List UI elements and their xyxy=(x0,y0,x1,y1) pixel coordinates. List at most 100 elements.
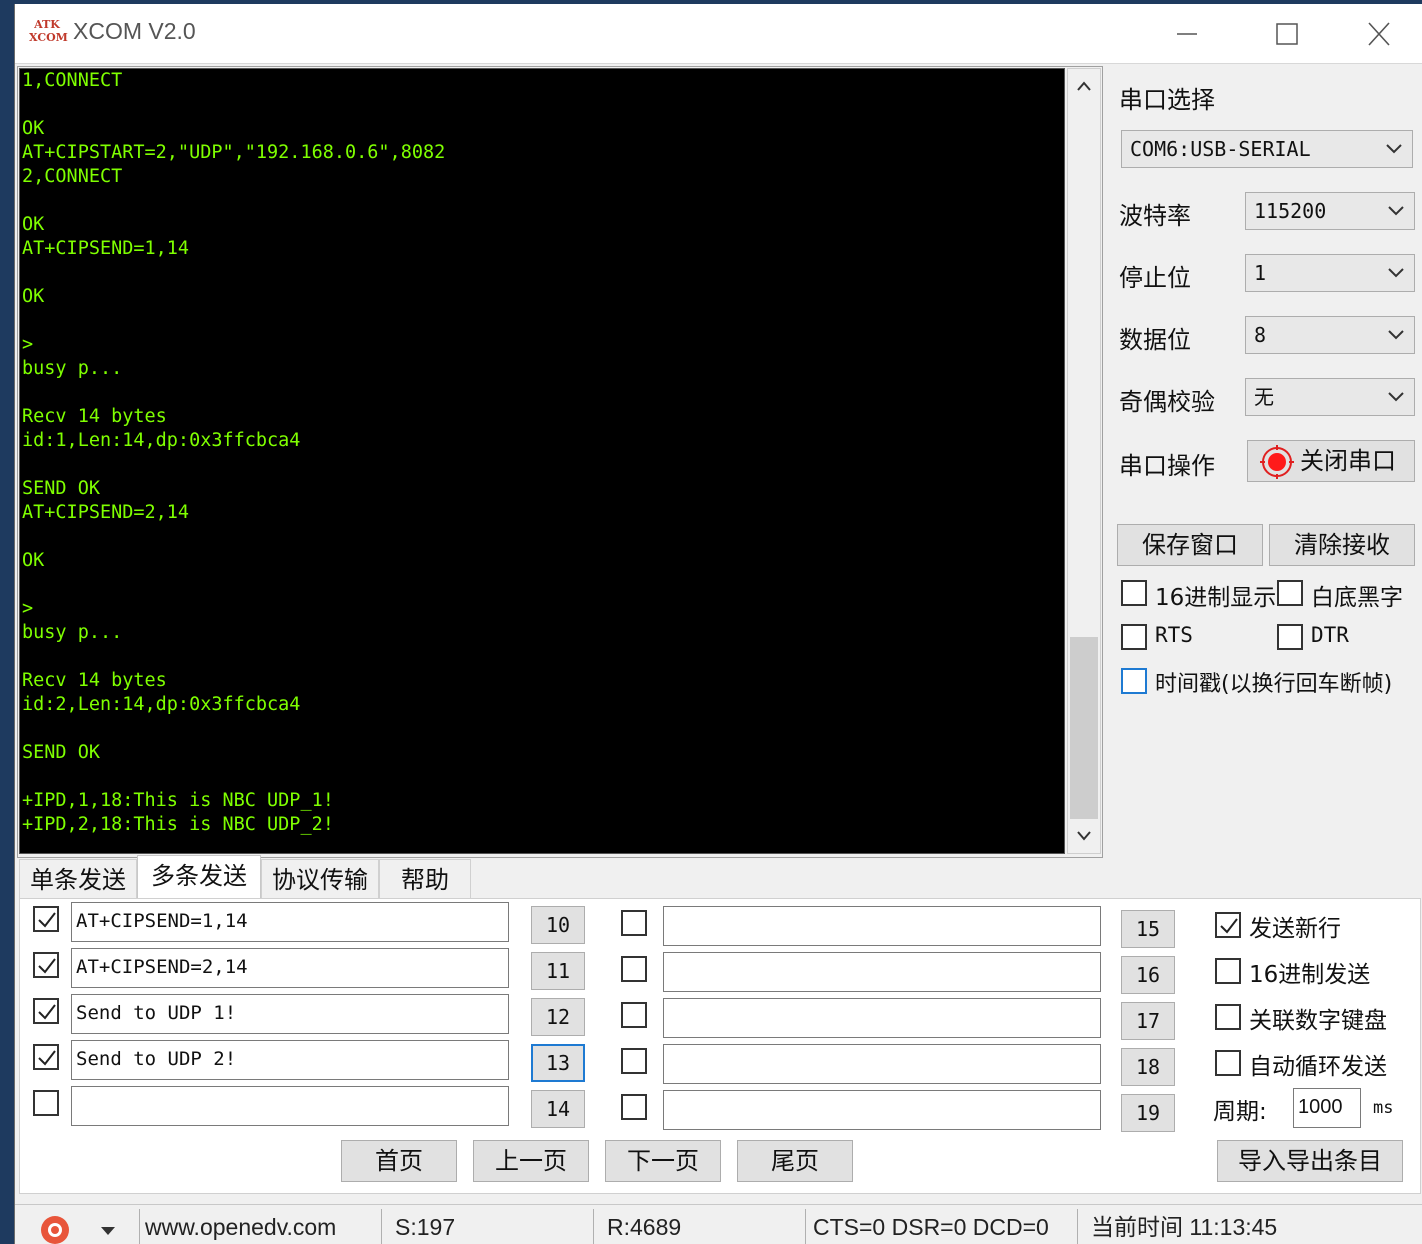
hex-display-checkbox[interactable] xyxy=(1121,580,1147,606)
link-keypad-checkbox[interactable] xyxy=(1215,1004,1241,1030)
send-newline-checkbox[interactable] xyxy=(1215,912,1241,938)
tab-single-send[interactable]: 单条发送 xyxy=(19,859,137,899)
send-button-17[interactable]: 17 xyxy=(1121,1002,1175,1040)
timestamp-checkbox[interactable] xyxy=(1121,668,1147,694)
send-button-14[interactable]: 14 xyxy=(531,1090,585,1128)
baud-label: 波特率 xyxy=(1119,202,1191,230)
send-button-13[interactable]: 13 xyxy=(531,1044,585,1082)
stop-bits-select[interactable]: 1 xyxy=(1245,254,1415,292)
chevron-down-icon xyxy=(1386,144,1402,154)
window-title: XCOM V2.0 xyxy=(73,18,196,44)
dtr-label: DTR xyxy=(1311,623,1349,647)
link-keypad-label: 关联数字键盘 xyxy=(1249,1008,1387,1034)
parity-select[interactable]: 无 xyxy=(1245,378,1415,416)
last-page-button[interactable]: 尾页 xyxy=(737,1140,853,1182)
right-row-5-input[interactable] xyxy=(663,1090,1101,1130)
prev-page-button[interactable]: 上一页 xyxy=(473,1140,589,1182)
import-export-button[interactable]: 导入导出条目 xyxy=(1217,1140,1403,1182)
right-row-1-input[interactable] xyxy=(663,906,1101,946)
baud-select[interactable]: 115200 xyxy=(1245,192,1415,230)
white-bg-checkbox[interactable] xyxy=(1277,580,1303,606)
send-button-15[interactable]: 15 xyxy=(1121,910,1175,948)
chevron-down-icon xyxy=(1388,268,1404,278)
dtr-checkbox[interactable] xyxy=(1277,624,1303,650)
tab-multi-send[interactable]: 多条发送 xyxy=(137,855,261,899)
scroll-down-icon[interactable] xyxy=(1068,819,1100,853)
checkmark-icon xyxy=(38,958,56,974)
chevron-down-icon xyxy=(1388,392,1404,402)
receive-text: 1,CONNECT OK AT+CIPSTART=2,"UDP","192.16… xyxy=(22,70,446,835)
status-received: R:4689 xyxy=(607,1214,682,1240)
send-button-10[interactable]: 10 xyxy=(531,906,585,944)
port-select-value: COM6:USB-SERIAL xyxy=(1130,137,1311,161)
data-bits-label: 数据位 xyxy=(1119,326,1191,354)
port-select[interactable]: COM6:USB-SERIAL xyxy=(1121,130,1413,168)
port-select-label: 串口选择 xyxy=(1119,86,1215,114)
auto-loop-checkbox[interactable] xyxy=(1215,1050,1241,1076)
checkmark-icon xyxy=(38,1004,56,1020)
chevron-down-icon xyxy=(1388,330,1404,340)
send-button-18[interactable]: 18 xyxy=(1121,1048,1175,1086)
left-row-3-input[interactable]: Send to UDP 1! xyxy=(71,994,509,1034)
left-row-4-input[interactable]: Send to UDP 2! xyxy=(71,1040,509,1080)
hex-send-label: 16进制发送 xyxy=(1249,962,1371,988)
title-bar: ATK XCOM XCOM V2.0 xyxy=(15,4,1422,64)
checkmark-icon xyxy=(1220,918,1238,934)
left-row-5-checkbox[interactable] xyxy=(33,1090,59,1116)
data-bits-value: 8 xyxy=(1254,323,1267,347)
save-window-button[interactable]: 保存窗口 xyxy=(1117,524,1263,566)
left-row-3-checkbox[interactable] xyxy=(33,998,59,1024)
app-logo-icon: ATK XCOM xyxy=(29,18,68,44)
first-page-button[interactable]: 首页 xyxy=(341,1140,457,1182)
right-row-2-checkbox[interactable] xyxy=(621,956,647,982)
send-button-16[interactable]: 16 xyxy=(1121,956,1175,994)
status-time: 当前时间 11:13:45 xyxy=(1091,1214,1278,1240)
send-button-12[interactable]: 12 xyxy=(531,998,585,1036)
status-gear-icon[interactable] xyxy=(37,1205,117,1244)
right-row-1-checkbox[interactable] xyxy=(621,910,647,936)
period-input[interactable]: 1000 xyxy=(1293,1088,1361,1128)
scrollbar-thumb[interactable] xyxy=(1070,637,1098,819)
status-sent: S:197 xyxy=(395,1214,456,1240)
parity-label: 奇偶校验 xyxy=(1119,388,1215,416)
right-row-3-input[interactable] xyxy=(663,998,1101,1038)
left-row-1-input[interactable]: AT+CIPSEND=1,14 xyxy=(71,902,509,942)
right-row-2-input[interactable] xyxy=(663,952,1101,992)
right-row-4-input[interactable] xyxy=(663,1044,1101,1084)
stop-bits-value: 1 xyxy=(1254,261,1267,285)
right-row-5-checkbox[interactable] xyxy=(621,1094,647,1120)
period-label: 周期: xyxy=(1213,1099,1267,1125)
send-button-11[interactable]: 11 xyxy=(531,952,585,990)
xcom-window: ATK XCOM XCOM V2.0 1,CONNECT OK AT+CIPSTA… xyxy=(14,4,1422,1244)
left-row-1-checkbox[interactable] xyxy=(33,906,59,932)
close-port-button[interactable]: 关闭串口 xyxy=(1247,440,1415,482)
close-icon[interactable] xyxy=(1357,14,1401,54)
left-row-2-checkbox[interactable] xyxy=(33,952,59,978)
left-row-2-input[interactable]: AT+CIPSEND=2,14 xyxy=(71,948,509,988)
hex-send-checkbox[interactable] xyxy=(1215,958,1241,984)
rts-checkbox[interactable] xyxy=(1121,624,1147,650)
send-button-19[interactable]: 19 xyxy=(1121,1094,1175,1132)
period-unit: ms xyxy=(1373,1098,1394,1118)
tab-help[interactable]: 帮助 xyxy=(379,859,471,899)
left-row-4-checkbox[interactable] xyxy=(33,1044,59,1070)
stop-bits-label: 停止位 xyxy=(1119,264,1191,292)
parity-value: 无 xyxy=(1254,385,1274,409)
right-row-3-checkbox[interactable] xyxy=(621,1002,647,1028)
baud-select-value: 115200 xyxy=(1254,199,1327,223)
white-bg-label: 白底黑字 xyxy=(1311,585,1403,611)
left-row-5-input[interactable] xyxy=(71,1086,509,1126)
data-bits-select[interactable]: 8 xyxy=(1245,316,1415,354)
next-page-button[interactable]: 下一页 xyxy=(605,1140,721,1182)
maximize-icon[interactable] xyxy=(1265,14,1309,54)
minimize-icon[interactable] xyxy=(1165,14,1209,54)
receive-area[interactable]: 1,CONNECT OK AT+CIPSTART=2,"UDP","192.16… xyxy=(19,68,1065,854)
checkmark-icon xyxy=(38,1050,56,1066)
clear-receive-button[interactable]: 清除接收 xyxy=(1269,524,1415,566)
port-op-label: 串口操作 xyxy=(1119,452,1215,480)
receive-scrollbar[interactable] xyxy=(1067,68,1101,854)
status-url[interactable]: www.openedv.com xyxy=(145,1205,336,1244)
right-row-4-checkbox[interactable] xyxy=(621,1048,647,1074)
tab-protocol[interactable]: 协议传输 xyxy=(261,859,379,899)
scroll-up-icon[interactable] xyxy=(1068,69,1100,103)
